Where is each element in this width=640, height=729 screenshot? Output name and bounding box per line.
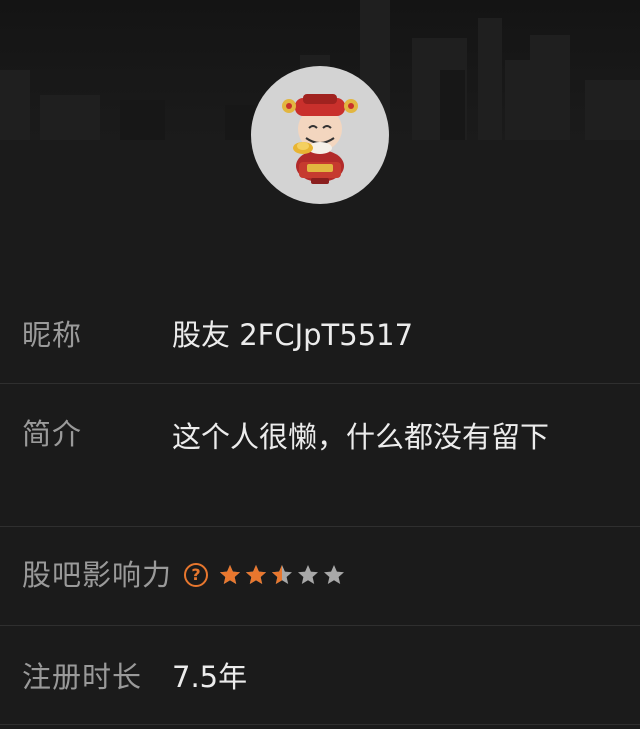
star-empty-icon — [324, 565, 345, 584]
registration-age-value: 7.5年 — [172, 660, 248, 694]
influence-star-rating — [218, 563, 348, 587]
nickname-value: 股友 2FCJpT5517 — [172, 318, 414, 352]
star-full-icon — [246, 565, 267, 584]
nickname-row[interactable]: 昵称 股友 2FCJpT5517 — [0, 285, 640, 384]
profile-info-list: 昵称 股友 2FCJpT5517 简介 这个人很懒，什么都没有留下 股吧影响力 … — [0, 285, 640, 725]
intro-label: 简介 — [22, 417, 83, 451]
registration-age-row: 注册时长 7.5年 — [0, 626, 640, 725]
profile-page: 昵称 股友 2FCJpT5517 简介 这个人很懒，什么都没有留下 股吧影响力 … — [0, 0, 640, 729]
star-empty-icon — [298, 565, 319, 584]
intro-value: 这个人很懒，什么都没有留下 — [172, 420, 550, 454]
nickname-label: 昵称 — [22, 318, 83, 352]
question-circle-icon[interactable]: ? — [184, 563, 209, 587]
intro-row[interactable]: 简介 这个人很懒，什么都没有留下 — [0, 384, 640, 527]
influence-row: 股吧影响力 ? — [0, 527, 640, 626]
avatar[interactable] — [251, 66, 389, 204]
star-half-icon — [272, 565, 293, 584]
star-full-icon — [220, 565, 241, 584]
registration-age-label: 注册时长 — [22, 660, 143, 694]
influence-label: 股吧影响力 — [22, 558, 173, 592]
god-of-wealth-avatar-icon — [282, 94, 358, 184]
